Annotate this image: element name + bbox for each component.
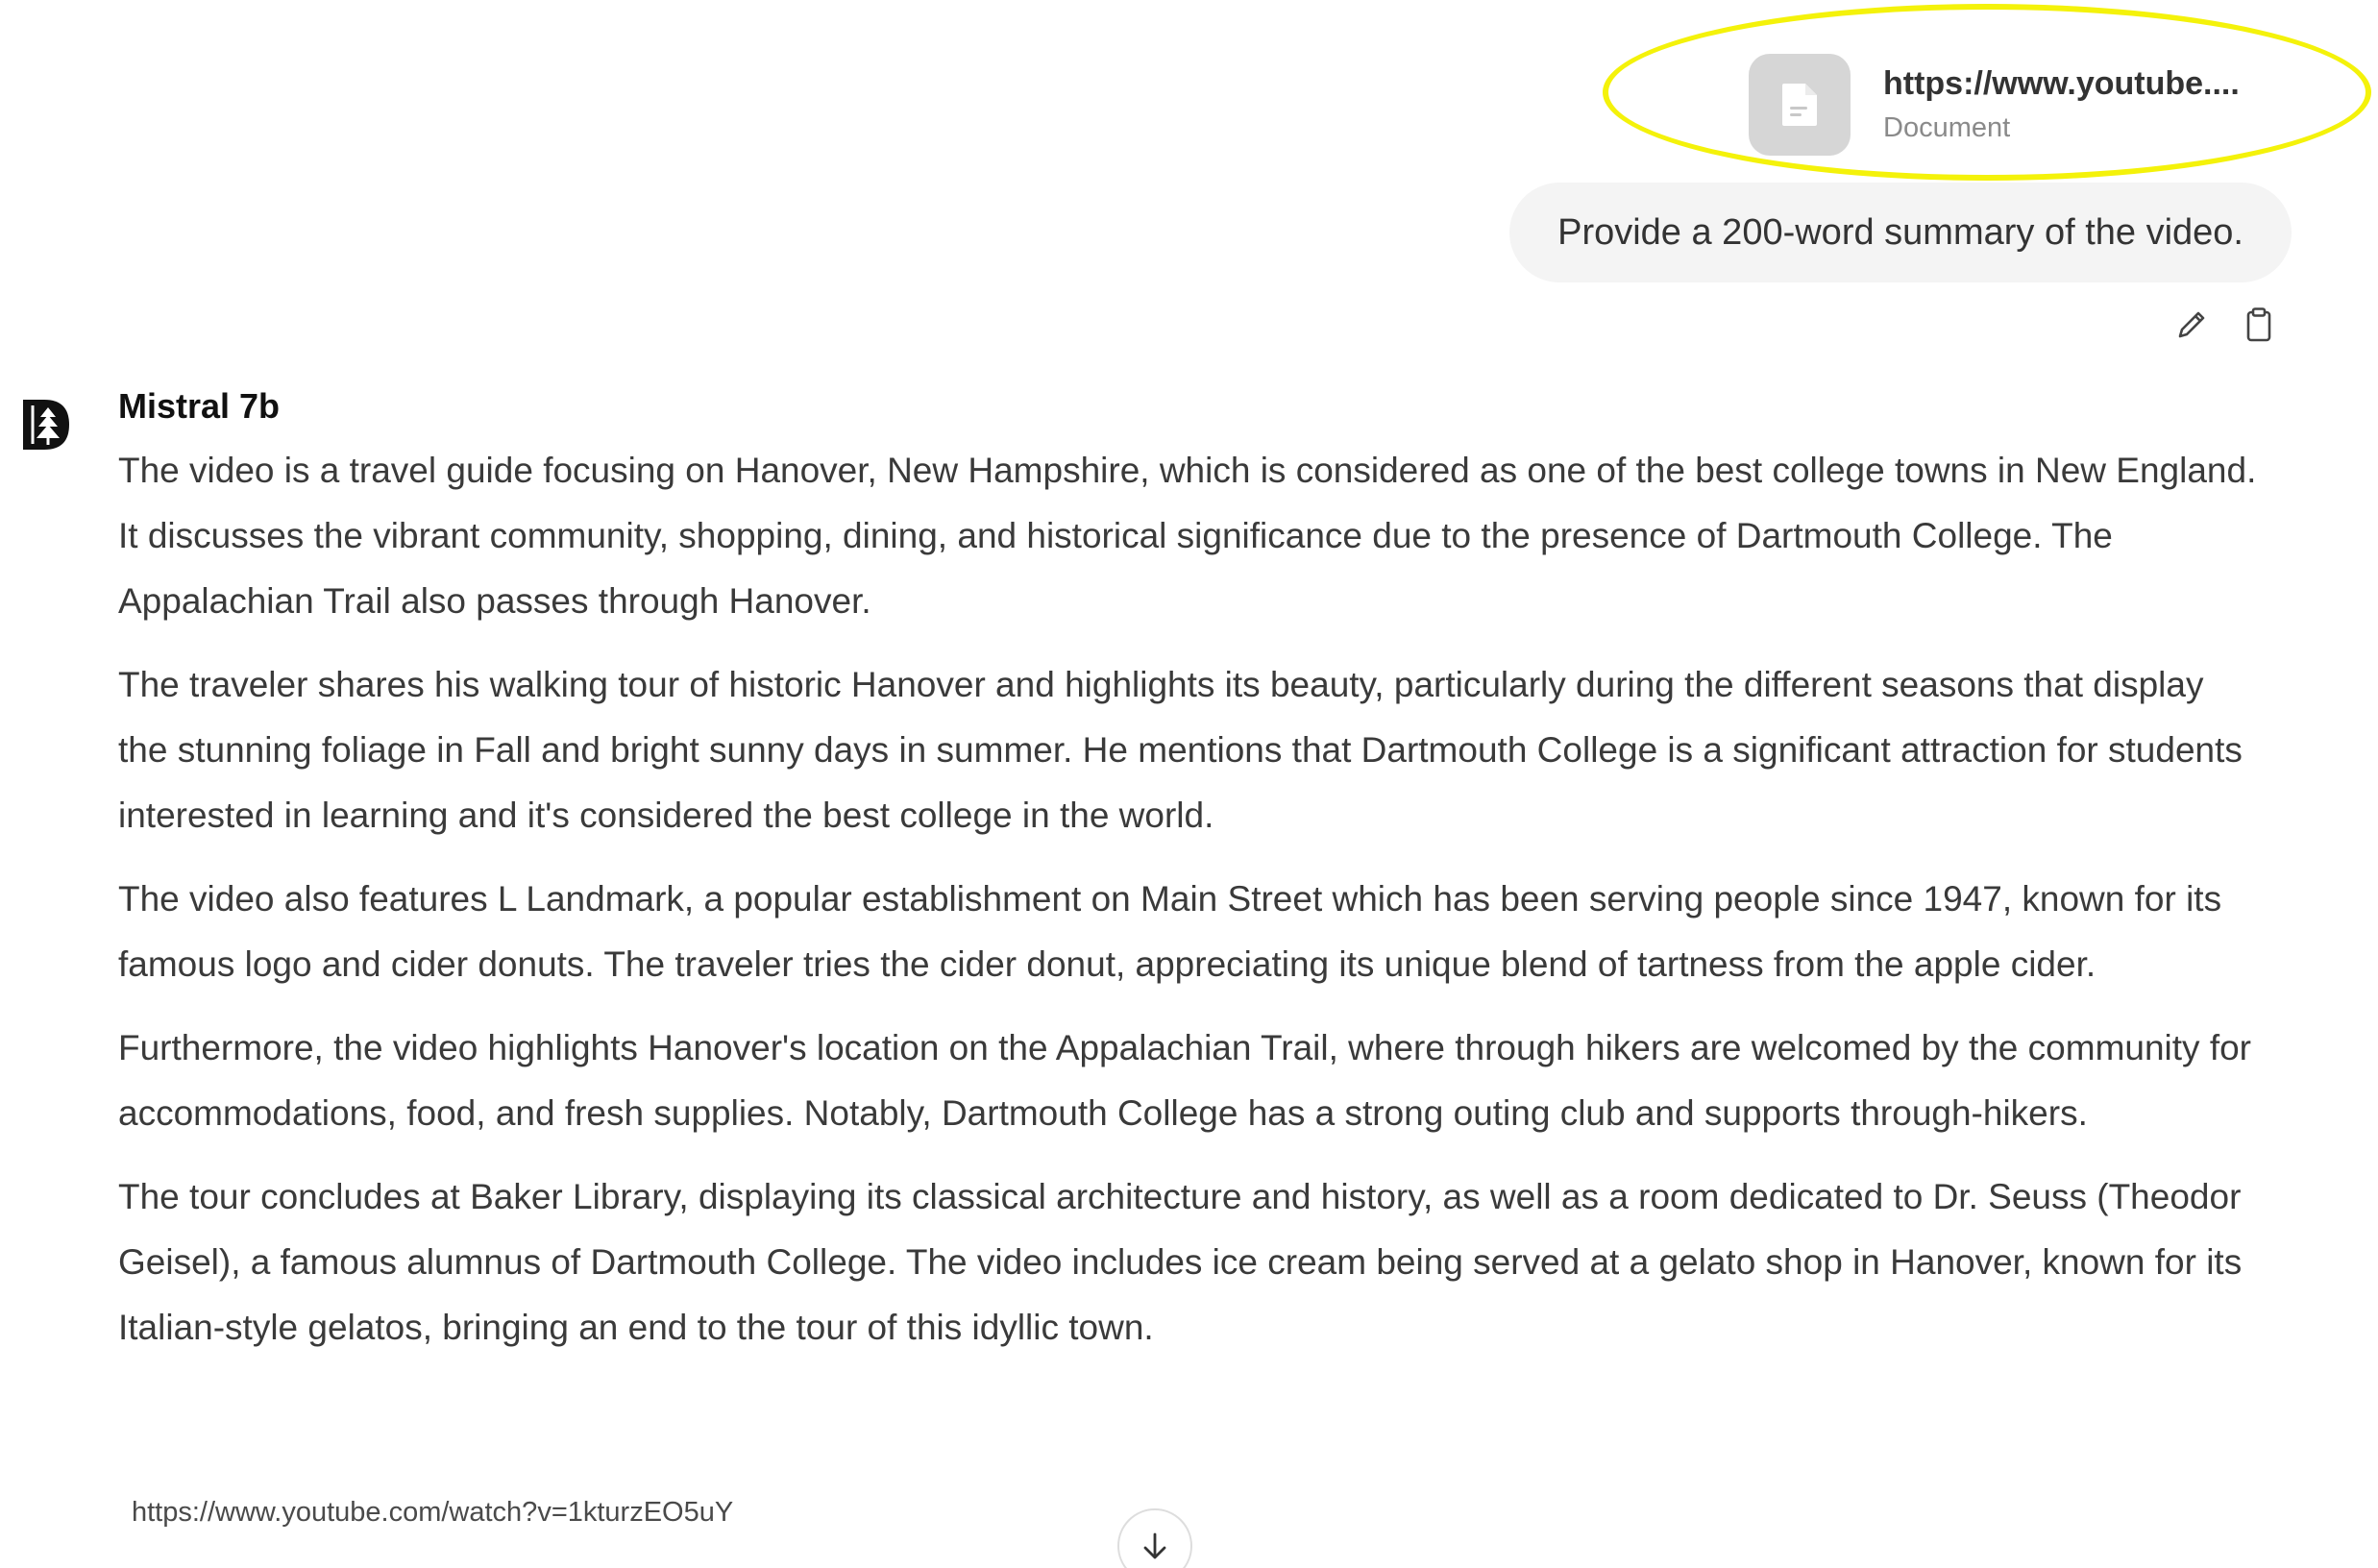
edit-icon[interactable]	[2172, 306, 2211, 344]
response-paragraph-2: The traveler shares his walking tour of …	[118, 665, 2243, 835]
assistant-response: The video is a travel guide focusing on …	[118, 438, 2261, 1379]
user-message-bubble: Provide a 200-word summary of the video.	[1509, 183, 2292, 282]
scroll-down-button[interactable]	[1117, 1508, 1192, 1568]
clipboard-icon[interactable]	[2240, 306, 2278, 344]
assistant-avatar-logo	[19, 396, 73, 453]
response-paragraph-5: The tour concludes at Baker Library, dis…	[118, 1177, 2243, 1347]
chat-page: https://www.youtube.... Document Provide…	[0, 0, 2378, 1568]
attachment-text: https://www.youtube.... Document	[1883, 65, 2240, 144]
assistant-name: Mistral 7b	[118, 386, 281, 426]
document-icon	[1749, 54, 1851, 156]
response-paragraph-1: The video is a travel guide focusing on …	[118, 451, 2257, 621]
arrow-down-icon	[1143, 1532, 1166, 1559]
source-link[interactable]: https://www.youtube.com/watch?v=1kturzEO…	[132, 1497, 733, 1529]
response-paragraph-3: The video also features L Landmark, a po…	[118, 879, 2222, 984]
attachment-type: Document	[1883, 112, 2011, 143]
attachment-card[interactable]: https://www.youtube.... Document	[1749, 54, 2240, 156]
attachment-name: https://www.youtube....	[1883, 65, 2240, 102]
user-message-actions	[2172, 306, 2278, 344]
response-paragraph-4: Furthermore, the video highlights Hanove…	[118, 1028, 2251, 1133]
